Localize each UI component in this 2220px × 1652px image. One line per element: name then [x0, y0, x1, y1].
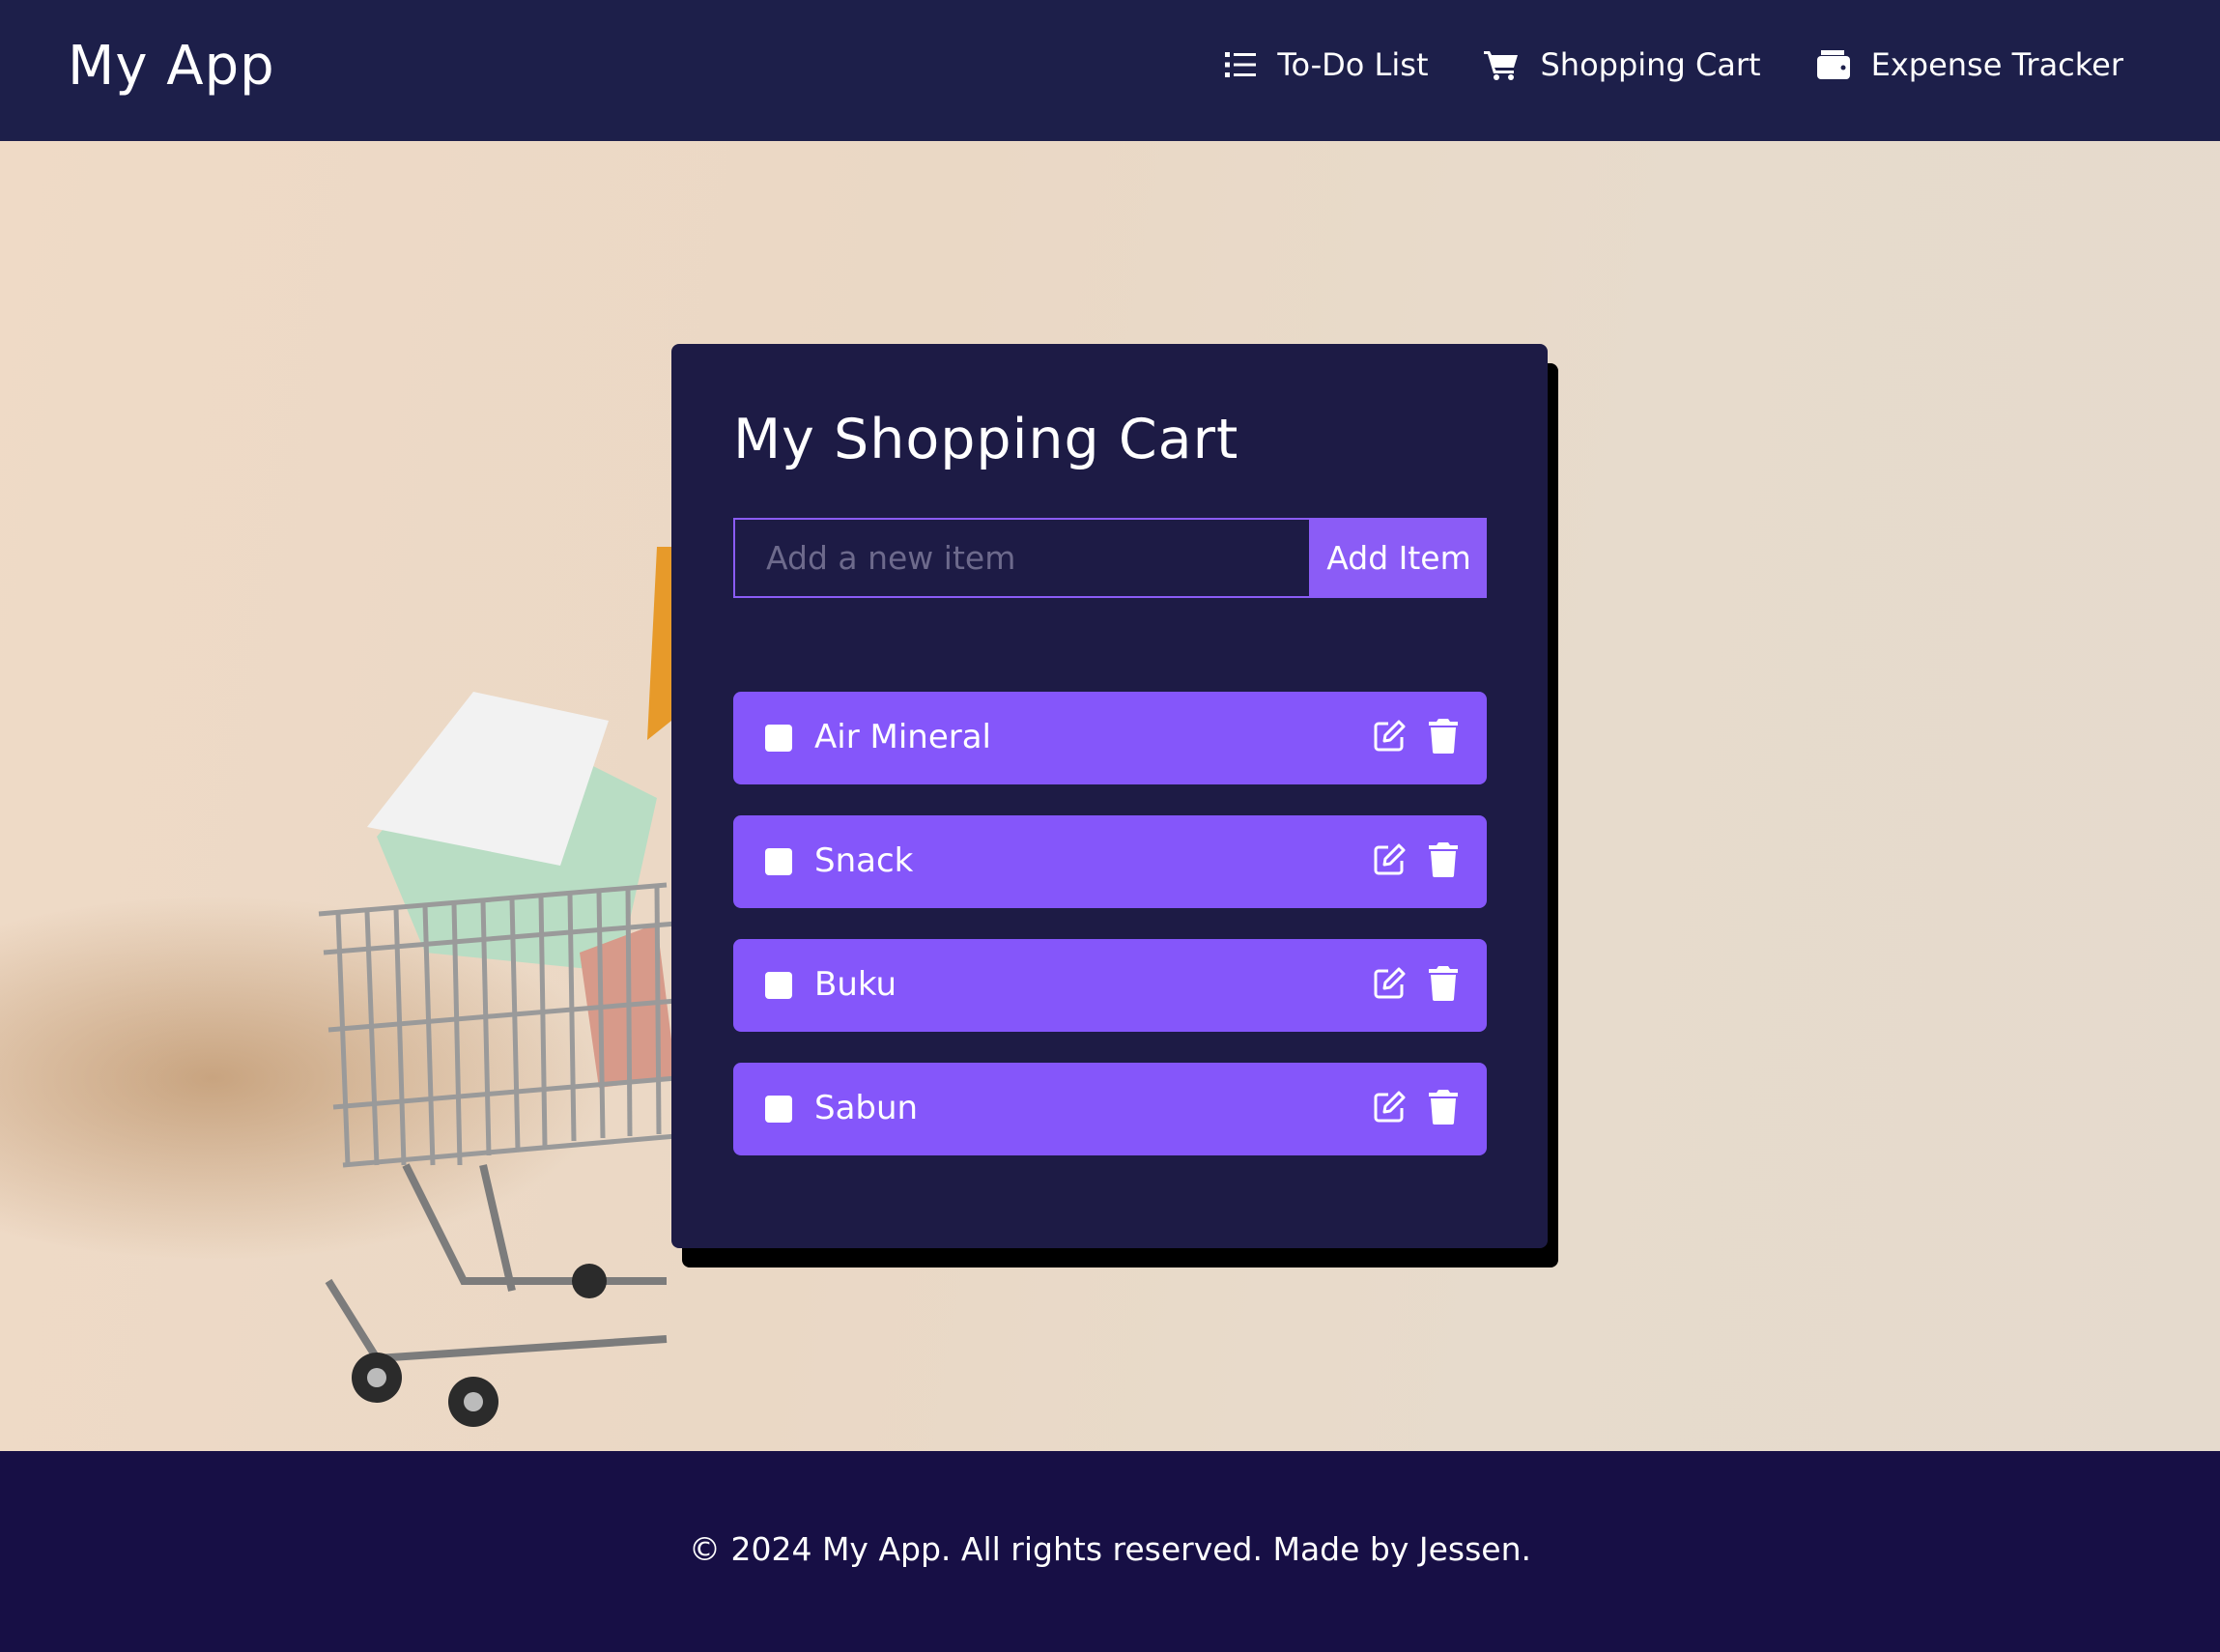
item-label: Buku: [814, 965, 897, 1004]
top-navbar: My App To-Do List Shopping Cart Expense …: [0, 0, 2220, 141]
item-checkbox[interactable]: [765, 1096, 792, 1123]
list-item: Buku: [733, 939, 1487, 1032]
wallet-icon: [1816, 50, 1850, 79]
page-footer: © 2024 My App. All rights reserved. Made…: [0, 1451, 2220, 1652]
item-label: Sabun: [814, 1089, 919, 1127]
cart-icon: [1484, 51, 1519, 80]
item-checkbox[interactable]: [765, 972, 792, 999]
edit-icon[interactable]: [1374, 966, 1407, 999]
trash-icon[interactable]: [1429, 719, 1458, 754]
add-item-button[interactable]: Add Item: [1311, 518, 1487, 598]
nav-todo-list[interactable]: To-Do List: [1225, 46, 1428, 83]
item-checkbox[interactable]: [765, 848, 792, 875]
list-item: Air Mineral: [733, 692, 1487, 784]
nav-todo-label: To-Do List: [1277, 46, 1429, 83]
item-checkbox[interactable]: [765, 725, 792, 752]
list-item: Sabun: [733, 1063, 1487, 1155]
shopping-cart-photo: [318, 547, 696, 1427]
nav-cart-label: Shopping Cart: [1540, 46, 1761, 83]
item-label: Snack: [814, 841, 914, 880]
shopping-cart-card: My Shopping Cart Add Item Air Mineral Sn…: [671, 344, 1548, 1248]
nav-expense-tracker[interactable]: Expense Tracker: [1816, 46, 2123, 83]
nav-expense-label: Expense Tracker: [1870, 46, 2123, 83]
item-label: Air Mineral: [814, 718, 991, 756]
card-title: My Shopping Cart: [733, 408, 1239, 471]
edit-icon[interactable]: [1374, 719, 1407, 752]
edit-icon[interactable]: [1374, 842, 1407, 875]
new-item-input[interactable]: [733, 518, 1311, 598]
trash-icon[interactable]: [1429, 1090, 1458, 1125]
main-nav: To-Do List Shopping Cart Expense Tracker: [1169, 46, 2123, 83]
trash-icon[interactable]: [1429, 842, 1458, 877]
footer-copyright: © 2024 My App. All rights reserved. Made…: [688, 1530, 1532, 1568]
trash-icon[interactable]: [1429, 966, 1458, 1001]
list-item: Snack: [733, 815, 1487, 908]
list-icon: [1225, 52, 1257, 77]
nav-shopping-cart[interactable]: Shopping Cart: [1484, 46, 1761, 83]
app-brand[interactable]: My App: [68, 35, 275, 98]
cart-item-list: Air Mineral Snack Buku Sabun: [733, 692, 1487, 1186]
edit-icon[interactable]: [1374, 1090, 1407, 1123]
